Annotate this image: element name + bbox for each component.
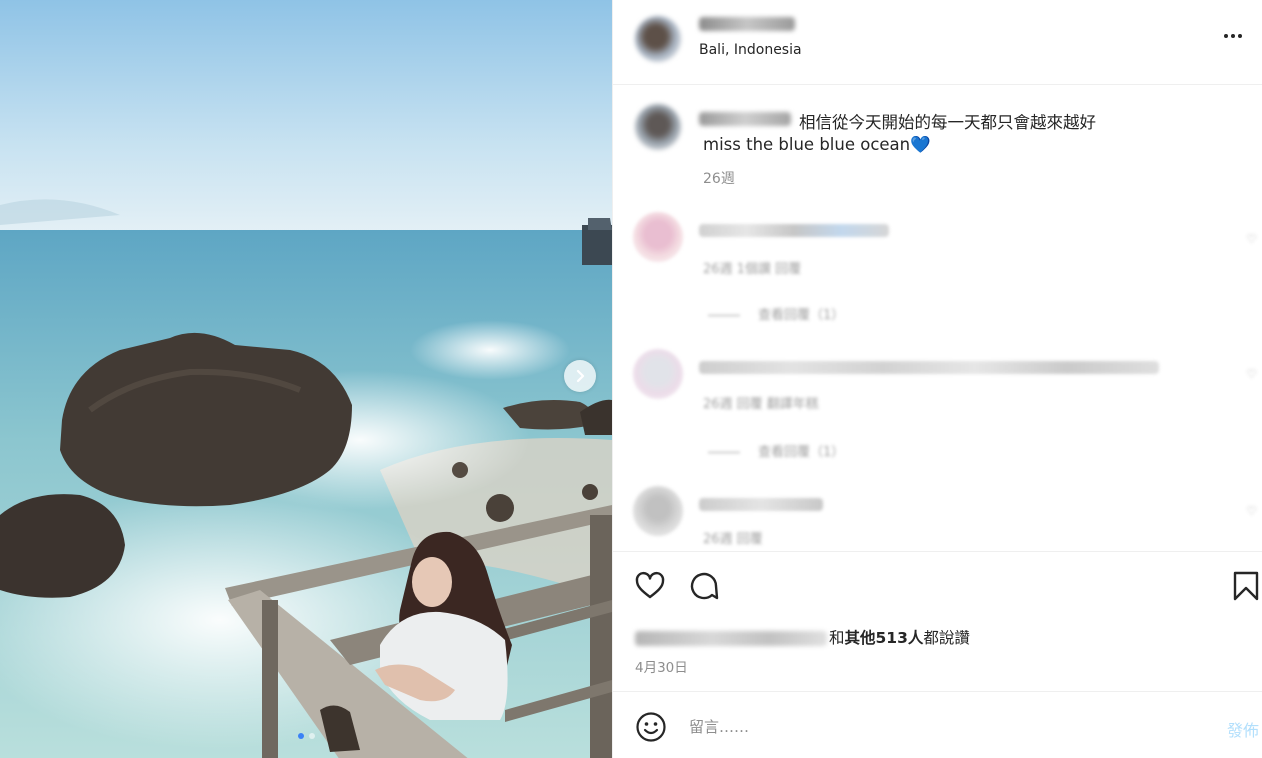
commenter-avatar[interactable] — [633, 212, 683, 262]
commenter-avatar[interactable] — [633, 486, 683, 536]
carousel-dot[interactable] — [308, 733, 315, 739]
caption-text-line2: miss the blue blue ocean💙 — [703, 135, 931, 154]
comment-text-blurred — [699, 224, 889, 237]
post-header: Bali, Indonesia — [613, 0, 1262, 85]
comment-meta[interactable]: 26週 回覆 — [703, 528, 763, 547]
author-avatar[interactable] — [635, 16, 681, 62]
comment-item: 26週 回覆 翻譯年糕 ♡ 查看回覆（1） — [613, 341, 1262, 471]
comment-like-icon[interactable]: ♡ — [1246, 367, 1257, 381]
view-replies-button[interactable]: 查看回覆（1） — [708, 304, 844, 323]
more-icon — [1224, 34, 1228, 38]
caption-timestamp[interactable]: 26週 — [703, 168, 735, 188]
caption-author-username-blurred[interactable] — [699, 112, 791, 126]
view-replies-label: 查看回覆（1） — [758, 308, 845, 323]
comment-meta[interactable]: 26週 1個讚 回覆 — [703, 258, 801, 277]
save-button[interactable] — [1231, 569, 1262, 603]
comments-list[interactable]: 相信從今天開始的每一天都只會越來越好 miss the blue blue oc… — [613, 86, 1262, 551]
comment-meta[interactable]: 26週 回覆 翻譯年糕 — [703, 393, 819, 412]
comment-like-icon[interactable]: ♡ — [1246, 504, 1257, 518]
more-icon — [1231, 34, 1235, 38]
commenter-avatar[interactable] — [633, 349, 683, 399]
likes-count[interactable]: 其他513人 — [845, 629, 924, 647]
view-replies-button[interactable]: 查看回覆（1） — [708, 441, 844, 460]
more-options-button[interactable] — [1219, 26, 1247, 46]
comment-text-blurred — [699, 361, 1159, 374]
heart-icon — [635, 571, 665, 599]
bookmark-icon — [1233, 571, 1259, 601]
likes-summary[interactable]: 和其他513人都說讚 — [635, 626, 970, 648]
comment-icon — [690, 572, 719, 600]
more-icon — [1238, 34, 1242, 38]
post-actions: 和其他513人都說讚 4月30日 — [613, 551, 1262, 691]
post-location[interactable]: Bali, Indonesia — [699, 42, 802, 58]
comment-item: 26週 回覆 ♡ — [613, 478, 1262, 551]
post-date[interactable]: 4月30日 — [635, 656, 688, 676]
comment-item: 26週 1個讚 回覆 ♡ 查看回覆（1） — [613, 204, 1262, 334]
beach-photo — [0, 0, 612, 758]
post-photo[interactable] — [0, 0, 612, 758]
caption-author-avatar[interactable] — [635, 104, 681, 150]
add-comment-bar: 發佈 — [613, 691, 1262, 758]
carousel-dots — [0, 733, 612, 739]
carousel-next-button[interactable] — [564, 360, 596, 392]
likes-suffix: 都說讚 — [923, 629, 970, 647]
comment-like-icon[interactable]: ♡ — [1246, 232, 1257, 246]
likes-prefix: 和 — [829, 629, 845, 647]
emoji-button[interactable] — [635, 711, 667, 743]
view-replies-label: 查看回覆（1） — [758, 445, 845, 460]
author-username-blurred[interactable] — [699, 17, 795, 31]
post-comment-button[interactable]: 發佈 — [1227, 717, 1259, 741]
caption-text: 相信從今天開始的每一天都只會越來越好 — [799, 113, 1096, 132]
comment-input[interactable] — [689, 714, 1169, 740]
chevron-right-icon — [576, 369, 585, 383]
liked-by-users-blurred[interactable] — [635, 631, 827, 646]
carousel-dot[interactable] — [297, 733, 304, 739]
comment-text-blurred — [699, 498, 823, 511]
emoji-icon — [636, 712, 666, 742]
like-button[interactable] — [633, 569, 667, 603]
comment-button[interactable] — [687, 569, 721, 603]
post-info-panel: Bali, Indonesia 相信從今天開始的每一天都只會越來越好 miss … — [612, 0, 1262, 758]
